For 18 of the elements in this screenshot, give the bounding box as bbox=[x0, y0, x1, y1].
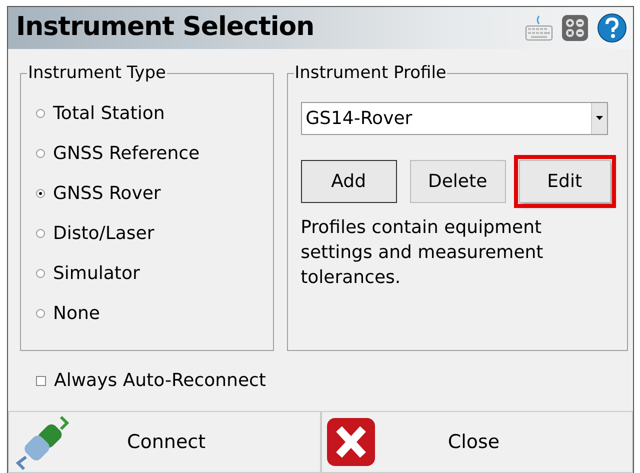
profile-dropdown[interactable]: GS14-Rover bbox=[300, 102, 608, 135]
radio-option[interactable]: Total Station bbox=[36, 94, 273, 134]
dropdown-arrow-icon bbox=[596, 116, 603, 120]
radio-option[interactable]: None bbox=[36, 294, 273, 334]
connect-button[interactable]: Connect bbox=[8, 411, 320, 473]
window-title: Instrument Selection bbox=[16, 12, 314, 44]
radio-option[interactable]: Simulator bbox=[36, 254, 273, 294]
radio-option[interactable]: GNSS Rover bbox=[36, 174, 273, 214]
profile-button[interactable]: Delete bbox=[410, 160, 506, 203]
calculator-icon[interactable] bbox=[561, 14, 589, 42]
profile-button[interactable]: Add bbox=[300, 160, 397, 203]
close-button[interactable]: Close bbox=[320, 411, 633, 473]
profile-description: Profiles contain equipment settings and measurement tolerances. bbox=[300, 216, 544, 290]
help-icon[interactable] bbox=[597, 12, 627, 43]
close-icon bbox=[326, 417, 376, 467]
radio-option[interactable]: Disto/Laser bbox=[36, 214, 273, 254]
radio-option[interactable]: GNSS Reference bbox=[36, 134, 273, 174]
auto-reconnect-checkbox[interactable]: Always Auto-Reconnect bbox=[36, 367, 266, 394]
